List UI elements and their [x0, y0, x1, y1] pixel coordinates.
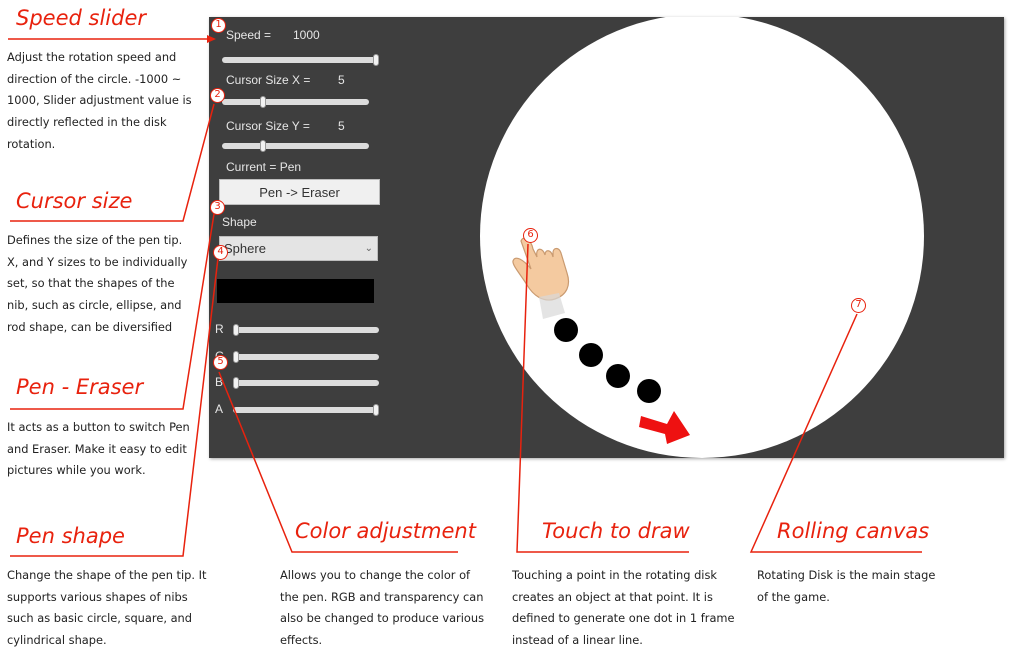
marker-1: 1: [211, 18, 226, 33]
cursor-size-y-label: Cursor Size Y =: [226, 119, 310, 133]
shape-dropdown-value: Sphere: [224, 241, 266, 256]
speed-slider-description: Adjust the rotation speed and direction …: [7, 50, 192, 151]
pen-shape-description: Change the shape of the pen tip. It supp…: [7, 568, 207, 648]
rotating-disk-canvas[interactable]: [480, 17, 924, 458]
pen-eraser-description: It acts as a button to switch Pen and Er…: [7, 420, 190, 478]
marker-5: 5: [213, 355, 228, 370]
game-window: Speed = 1000 Cursor Size X = 5 Cursor Si…: [209, 17, 1004, 458]
g-slider[interactable]: [233, 354, 379, 360]
cursor-size-x-value: 5: [338, 73, 345, 87]
marker-3: 3: [210, 200, 225, 215]
shape-label: Shape: [222, 215, 257, 229]
b-label: B: [215, 375, 224, 389]
b-slider-handle[interactable]: [233, 377, 239, 389]
cursor-size-heading: Cursor size: [16, 189, 133, 213]
color-adjustment-heading: Color adjustment: [295, 519, 476, 543]
marker-4: 4: [213, 245, 228, 260]
cursor-size-y-slider[interactable]: [222, 143, 369, 149]
shape-dropdown[interactable]: Sphere ⌄: [219, 236, 378, 261]
marker-2: 2: [210, 88, 225, 103]
g-slider-handle[interactable]: [233, 351, 239, 363]
color-preview-swatch: [217, 279, 374, 303]
cursor-size-y-handle[interactable]: [260, 140, 267, 152]
cursor-size-x-label: Cursor Size X =: [226, 73, 311, 87]
chevron-down-icon: ⌄: [364, 243, 373, 254]
color-adjustment-description: Allows you to change the color of the pe…: [280, 568, 485, 648]
speed-value: 1000: [293, 28, 320, 42]
b-slider[interactable]: [233, 380, 379, 386]
pen-shape-heading: Pen shape: [16, 524, 125, 548]
speed-slider-handle[interactable]: [373, 54, 379, 66]
cursor-size-x-slider[interactable]: [222, 99, 369, 105]
cursor-size-description: Defines the size of the pen tip. X, and …: [7, 233, 188, 334]
rolling-canvas-description: Rotating Disk is the main stage of the g…: [757, 568, 936, 604]
cursor-size-x-handle[interactable]: [260, 96, 267, 108]
r-label: R: [215, 322, 224, 336]
speed-label: Speed =: [226, 28, 272, 42]
a-label: A: [215, 402, 224, 416]
rolling-canvas-heading: Rolling canvas: [777, 519, 930, 543]
a-slider-handle[interactable]: [373, 404, 379, 416]
touch-to-draw-heading: Touch to draw: [542, 519, 690, 543]
cursor-size-y-value: 5: [338, 119, 345, 133]
a-slider[interactable]: [233, 407, 379, 413]
speed-slider[interactable]: [222, 57, 379, 63]
marker-7: 7: [851, 298, 866, 313]
current-mode-label: Current = Pen: [226, 160, 302, 174]
r-slider[interactable]: [233, 327, 379, 333]
r-slider-handle[interactable]: [233, 324, 239, 336]
pen-eraser-toggle-button[interactable]: Pen -> Eraser: [219, 179, 380, 205]
touch-to-draw-description: Touching a point in the rotating disk cr…: [512, 568, 735, 648]
pen-eraser-heading: Pen - Eraser: [16, 375, 144, 399]
speed-slider-heading: Speed slider: [16, 6, 146, 30]
marker-6: 6: [523, 228, 538, 243]
